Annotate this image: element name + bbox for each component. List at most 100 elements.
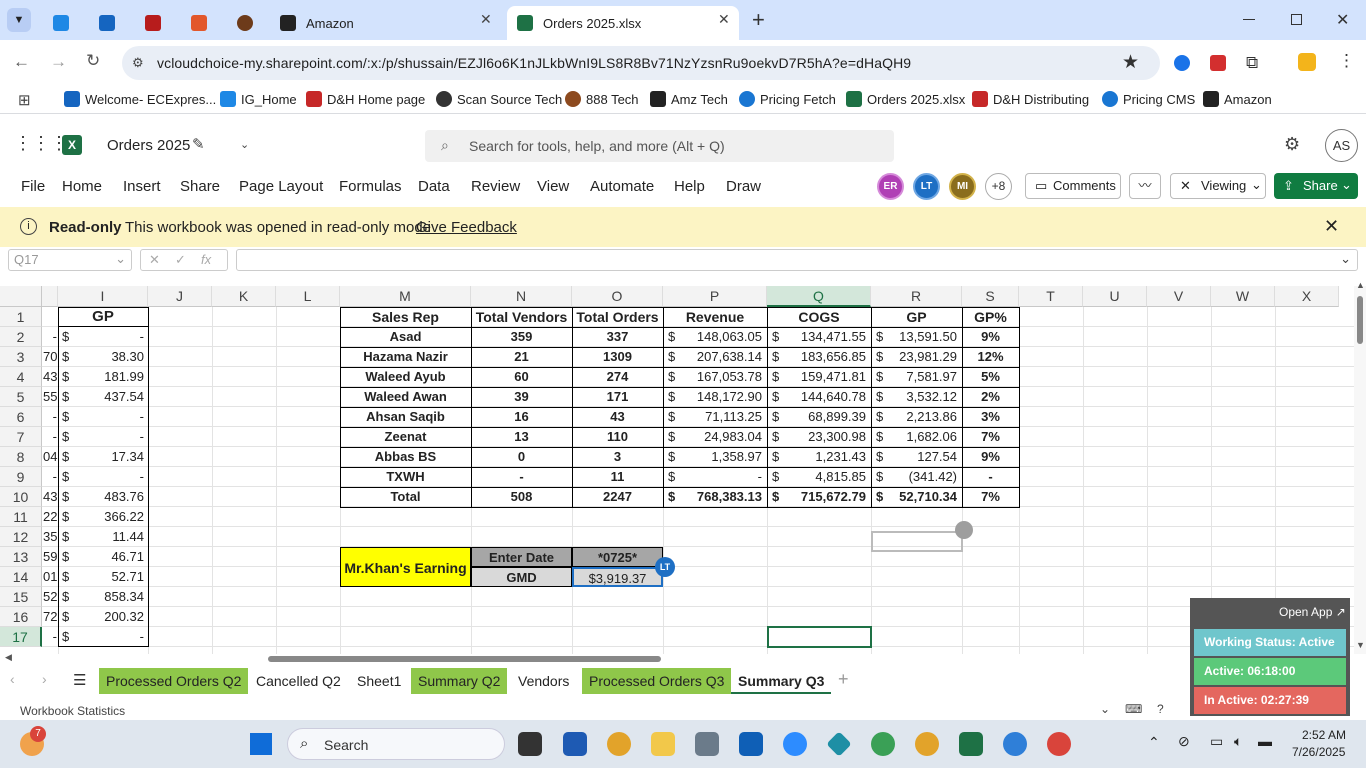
currency-symbol[interactable]: $ bbox=[62, 487, 76, 507]
tab-draw[interactable]: Draw bbox=[726, 178, 761, 195]
table-cell[interactable]: - bbox=[681, 467, 763, 487]
currency-symbol[interactable]: $ bbox=[62, 407, 76, 427]
scrollbar-thumb[interactable] bbox=[268, 656, 661, 662]
volume-icon[interactable]: 🔈︎ bbox=[1234, 733, 1242, 750]
taskbar-search[interactable]: ⌕ Search bbox=[287, 728, 505, 760]
row-header-1[interactable]: 1 bbox=[0, 307, 42, 327]
extension-icon[interactable] bbox=[1174, 55, 1190, 71]
cell-h8[interactable]: 04 bbox=[42, 447, 58, 467]
table-cell[interactable]: Zeenat bbox=[340, 427, 471, 447]
table-cell[interactable]: 5% bbox=[962, 367, 1019, 387]
table-cell[interactable]: 3 bbox=[572, 447, 663, 467]
column-header-j[interactable]: J bbox=[148, 286, 212, 307]
cell-h11[interactable]: 22 bbox=[42, 507, 58, 527]
column-header-s[interactable]: S bbox=[962, 286, 1019, 307]
cell-i1[interactable]: GP bbox=[58, 307, 148, 327]
chevron-down-icon[interactable]: ⌄ bbox=[240, 138, 249, 151]
tab-search-button[interactable]: ▼ bbox=[7, 8, 31, 32]
column-header-m[interactable]: M bbox=[340, 286, 471, 307]
date-value[interactable]: *0725* bbox=[572, 547, 663, 567]
bookmark-pricing-cms[interactable]: Pricing CMS bbox=[1102, 91, 1195, 107]
excel-icon[interactable] bbox=[959, 732, 983, 756]
gmd-label[interactable]: GMD bbox=[471, 567, 572, 587]
tab-help[interactable]: Help bbox=[674, 178, 705, 195]
cell-h16[interactable]: 72 bbox=[42, 607, 58, 627]
currency-symbol[interactable]: $ bbox=[62, 347, 76, 367]
bookmark-amazon[interactable]: Amazon bbox=[1203, 91, 1272, 107]
cell-i3[interactable]: 38.30 bbox=[76, 347, 146, 367]
currency-symbol[interactable]: $ bbox=[62, 507, 76, 527]
column-header-x[interactable]: X bbox=[1275, 286, 1339, 307]
table-header[interactable]: GP% bbox=[962, 307, 1019, 327]
cell-i6[interactable]: - bbox=[76, 407, 146, 427]
table-cell[interactable]: Abbas BS bbox=[340, 447, 471, 467]
next-sheet-icon[interactable]: › bbox=[42, 671, 47, 687]
column-header[interactable] bbox=[42, 286, 58, 307]
table-cell[interactable]: 3% bbox=[962, 407, 1019, 427]
table-header[interactable]: Revenue bbox=[663, 307, 767, 327]
back-icon[interactable]: ← bbox=[13, 52, 30, 72]
apps-grid-icon[interactable]: ⊞ bbox=[18, 91, 31, 109]
sheet-tab[interactable]: Summary Q3 bbox=[731, 668, 832, 694]
column-header-u[interactable]: U bbox=[1083, 286, 1147, 307]
star-icon[interactable]: ★ bbox=[1122, 51, 1139, 74]
table-cell[interactable]: 274 bbox=[572, 367, 663, 387]
site-info-icon[interactable]: ⚙ bbox=[132, 55, 144, 71]
cell-i17[interactable]: - bbox=[76, 627, 146, 647]
table-header[interactable]: Total Vendors bbox=[471, 307, 572, 327]
collaborator-avatar[interactable]: LT bbox=[913, 173, 940, 200]
column-header-w[interactable]: W bbox=[1211, 286, 1275, 307]
table-cell[interactable]: 337 bbox=[572, 327, 663, 347]
share-button[interactable]: ⇪ Share ⌄ bbox=[1274, 173, 1358, 199]
column-header-n[interactable]: N bbox=[471, 286, 572, 307]
collaborator-avatar[interactable]: ER bbox=[877, 173, 904, 200]
row-header-4[interactable]: 4 bbox=[0, 367, 42, 387]
table-cell[interactable]: 7,581.97 bbox=[889, 367, 958, 387]
currency-symbol[interactable]: $ bbox=[62, 587, 76, 607]
table-cell[interactable]: 359 bbox=[471, 327, 572, 347]
table-cell[interactable]: 13,591.50 bbox=[889, 327, 958, 347]
currency-symbol[interactable]: $ bbox=[876, 347, 890, 367]
url-text[interactable]: vcloudchoice-my.sharepoint.com/:x:/p/shu… bbox=[157, 55, 911, 71]
prev-sheet-icon[interactable]: ‹ bbox=[10, 671, 15, 687]
avatar[interactable]: AS bbox=[1325, 129, 1358, 162]
address-bar[interactable]: ⚙ vcloudchoice-my.sharepoint.com/:x:/p/s… bbox=[122, 46, 1160, 80]
currency-symbol[interactable]: $ bbox=[668, 387, 682, 407]
bookmark-dh-distributing[interactable]: D&H Distributing bbox=[972, 91, 1089, 107]
chrome-profile-icon[interactable] bbox=[1047, 732, 1071, 756]
table-cell[interactable]: 7% bbox=[962, 427, 1019, 447]
search-box[interactable]: ⌕ Search for tools, help, and more (Alt … bbox=[425, 130, 894, 162]
bookmark-scan-source[interactable]: Scan Source Tech bbox=[436, 91, 562, 107]
currency-symbol[interactable]: $ bbox=[668, 327, 682, 347]
row-header-12[interactable]: 12 bbox=[0, 527, 42, 547]
table-cell[interactable]: Waleed Awan bbox=[340, 387, 471, 407]
scrollbar-thumb[interactable] bbox=[1357, 296, 1363, 344]
cell-h2[interactable]: - bbox=[42, 327, 58, 347]
close-icon[interactable]: ✕ bbox=[1324, 216, 1339, 237]
cell-i13[interactable]: 46.71 bbox=[76, 547, 146, 567]
cell-i15[interactable]: 858.34 bbox=[76, 587, 146, 607]
table-cell[interactable]: 23,300.98 bbox=[785, 427, 867, 447]
name-box[interactable]: Q17 ⌄ bbox=[8, 249, 132, 271]
table-cell[interactable]: 39 bbox=[471, 387, 572, 407]
tab-insert[interactable]: Insert bbox=[123, 178, 161, 195]
table-cell[interactable]: 21 bbox=[471, 347, 572, 367]
table-cell[interactable]: 3,532.12 bbox=[889, 387, 958, 407]
table-cell[interactable]: 24,983.04 bbox=[681, 427, 763, 447]
close-window-icon[interactable]: ✕ bbox=[1336, 10, 1349, 30]
table-cell[interactable]: 1,231.43 bbox=[785, 447, 867, 467]
currency-symbol[interactable]: $ bbox=[876, 387, 890, 407]
currency-symbol[interactable]: $ bbox=[62, 467, 76, 487]
give-feedback-link[interactable]: Give Feedback bbox=[416, 219, 517, 236]
table-cell[interactable]: 13 bbox=[471, 427, 572, 447]
table-cell[interactable]: 148,063.05 bbox=[681, 327, 763, 347]
column-header-i[interactable]: I bbox=[58, 286, 148, 307]
table-cell[interactable]: 144,640.78 bbox=[785, 387, 867, 407]
currency-symbol[interactable]: $ bbox=[62, 547, 76, 567]
scroll-left-icon[interactable]: ◀ bbox=[5, 652, 12, 663]
table-cell[interactable]: - bbox=[471, 467, 572, 487]
tab-view[interactable]: View bbox=[537, 178, 569, 195]
table-cell[interactable]: 60 bbox=[471, 367, 572, 387]
sheet-tab[interactable]: Summary Q2 bbox=[411, 668, 508, 694]
table-cell[interactable]: 71,113.25 bbox=[681, 407, 763, 427]
